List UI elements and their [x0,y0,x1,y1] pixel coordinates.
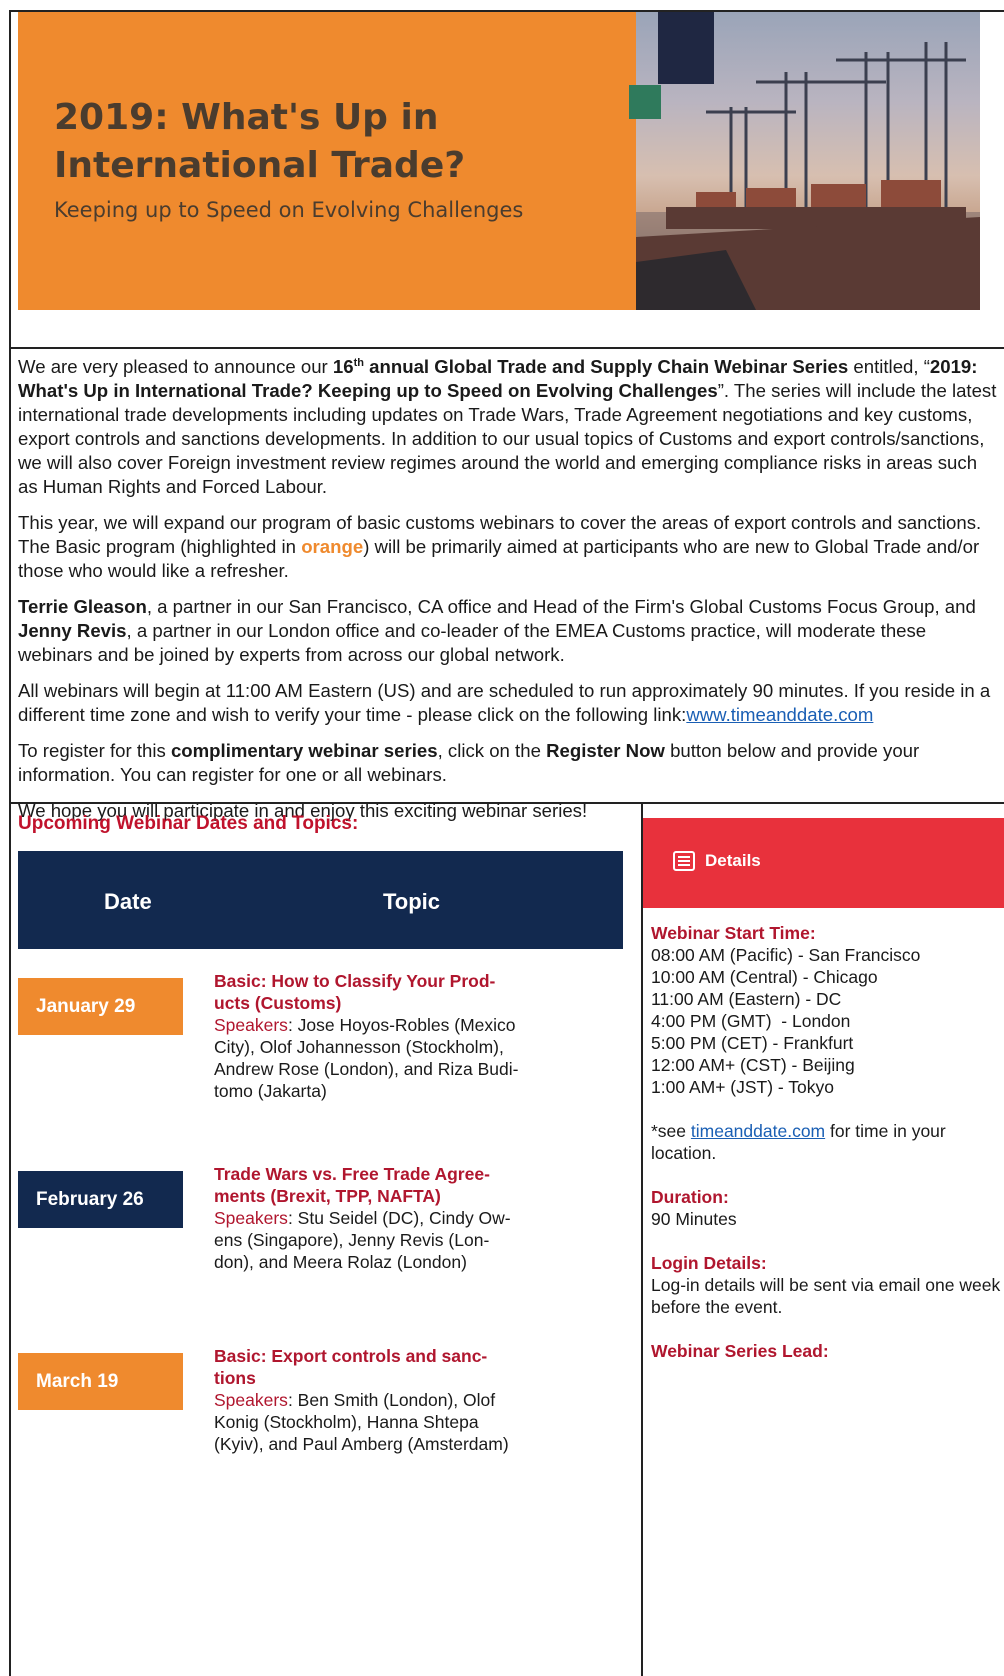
hero-banner: 2019: What's Up in International Trade? … [18,12,980,310]
topic-title: Trade Wars vs. Free Trade Agree- ments (… [214,1164,490,1206]
intro-paragraph-5: To register for this complimentary webin… [18,740,920,785]
intro-section: We are very pleased to announce our 16th… [18,355,1000,835]
speakers-list: Speakers: Ben Smith (London), Olof Konig… [214,1390,509,1454]
time-entry: 4:00 PM (GMT) - London [651,1011,851,1031]
date-badge: January 29 [18,978,183,1035]
banner-subtitle: Keeping up to Speed on Evolving Challeng… [54,198,524,222]
topic-title: Basic: Export controls and sanc- tions [214,1346,488,1388]
intro-paragraph-3: Terrie Gleason, a partner in our San Fra… [18,596,976,665]
lead-block: Webinar Series Lead: [651,1340,1001,1362]
list-icon [673,851,695,871]
decor-navy-square [658,12,714,84]
duration-block: Duration: 90 Minutes [651,1186,1001,1230]
start-time-heading: Webinar Start Time: [651,923,816,943]
topic-cell: Basic: How to Classify Your Prod- ucts (… [214,970,624,1102]
topic-cell: Trade Wars vs. Free Trade Agree- ments (… [214,1163,624,1273]
column-divider [641,802,643,1676]
timezone-note: *see timeanddate.com for time in your lo… [651,1121,946,1163]
banner-title-line1: 2019: What's Up in [54,97,439,138]
time-entry: 10:00 AM (Central) - Chicago [651,967,878,987]
time-entry: 5:00 PM (CET) - Frankfurt [651,1033,854,1053]
banner-title: 2019: What's Up in International Trade? [54,94,465,190]
column-header-topic: Topic [383,889,441,914]
date-badge: March 19 [18,1353,183,1410]
login-heading: Login Details: [651,1253,767,1273]
details-panel: Webinar Start Time: 08:00 AM (Pacific) -… [651,922,1001,1384]
time-entry: 08:00 AM (Pacific) - San Francisco [651,945,921,965]
section-divider [9,802,1004,804]
time-entry: 11:00 AM (Eastern) - DC [651,989,842,1009]
login-text: Log-in details will be sent via email on… [651,1275,1001,1317]
decor-green-square [629,85,661,119]
duration-heading: Duration: [651,1187,729,1207]
duration-value: 90 Minutes [651,1209,737,1229]
time-entry: 12:00 AM+ (CST) - Beijing [651,1055,855,1075]
speakers-list: Speakers: Jose Hoyos-Robles (Mexico City… [214,1015,519,1101]
topic-title: Basic: How to Classify Your Prod- ucts (… [214,971,496,1013]
start-time-block: Webinar Start Time: 08:00 AM (Pacific) -… [651,922,1001,1098]
time-entry: 1:00 AM+ (JST) - Tokyo [651,1077,835,1097]
lead-heading: Webinar Series Lead: [651,1341,829,1361]
details-header: Details [643,818,1004,908]
banner-title-line2: International Trade? [54,145,466,186]
login-block: Login Details: Log-in details will be se… [651,1252,1001,1318]
topic-cell: Basic: Export controls and sanc- tions S… [214,1345,624,1455]
speakers-list: Speakers: Stu Seidel (DC), Cindy Ow- ens… [214,1208,511,1272]
intro-paragraph-1: We are very pleased to announce our 16th… [18,356,997,497]
details-label: Details [705,851,761,870]
schedule-table-header: Date Topic [18,851,623,949]
timeanddate-link[interactable]: www.timeanddate.com [686,704,873,725]
intro-paragraph-2: This year, we will expand our program of… [18,512,982,581]
schedule-heading: Upcoming Webinar Dates and Topics: [18,813,359,834]
timeanddate-short-link[interactable]: timeanddate.com [691,1121,825,1141]
intro-paragraph-4: All webinars will begin at 11:00 AM East… [18,680,991,725]
date-badge: February 26 [18,1171,183,1228]
column-header-date: Date [104,889,152,914]
